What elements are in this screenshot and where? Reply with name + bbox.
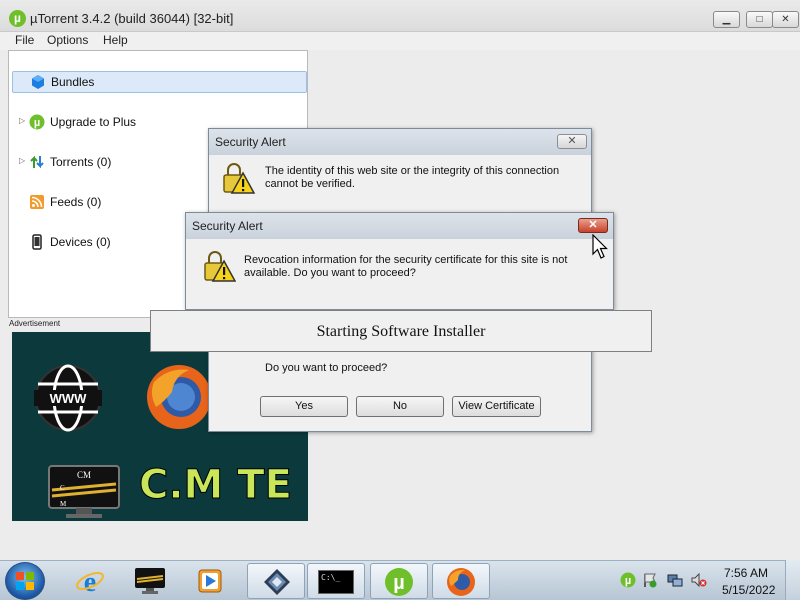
yes-button[interactable]: Yes bbox=[260, 396, 348, 417]
dialog-close-button[interactable]: ✕ bbox=[578, 218, 608, 233]
security-warning-icon bbox=[223, 163, 255, 194]
advertisement-label: Advertisement bbox=[9, 319, 61, 328]
show-desktop-button[interactable] bbox=[785, 560, 800, 600]
dialog-title-bar[interactable]: Security Alert ✕ bbox=[186, 213, 613, 239]
media-player-icon bbox=[198, 569, 222, 593]
minimize-button[interactable]: ▁ bbox=[713, 11, 740, 28]
menu-bar: File Options Help bbox=[0, 32, 800, 50]
sidebar-item-label: Torrents (0) bbox=[50, 155, 112, 169]
title-bar[interactable]: µ µTorrent 3.4.2 (build 36044) [32-bit] … bbox=[0, 0, 800, 32]
taskbar-app-launcher[interactable] bbox=[247, 563, 305, 599]
expand-arrow-icon[interactable]: ▷ bbox=[19, 116, 25, 125]
dialog-close-button[interactable]: ✕ bbox=[557, 134, 587, 149]
cm-monitor-letter: M bbox=[60, 500, 67, 508]
maximize-button[interactable]: □ bbox=[746, 11, 773, 28]
installer-status-banner: Starting Software Installer bbox=[150, 310, 652, 352]
cm-monitor-letter: C bbox=[60, 484, 65, 492]
command-prompt-icon: C:\_ bbox=[318, 570, 354, 594]
svg-text:e: e bbox=[84, 567, 96, 596]
utorrent-app-icon: µ bbox=[9, 10, 26, 27]
cm-monitor-text: CM bbox=[77, 470, 91, 480]
svg-text:µ: µ bbox=[625, 575, 631, 587]
windows-logo-icon bbox=[16, 572, 34, 590]
svg-text:µ: µ bbox=[34, 117, 40, 129]
utorrent-icon: µ bbox=[385, 568, 413, 596]
cm-tech-icon bbox=[135, 568, 165, 594]
clock-date[interactable]: 5/15/2022 bbox=[722, 583, 775, 597]
menu-options[interactable]: Options bbox=[47, 33, 88, 47]
utorrent-plus-icon: µ bbox=[29, 114, 45, 130]
utorrent-window: µ µTorrent 3.4.2 (build 36044) [32-bit] … bbox=[0, 0, 800, 560]
ad-brand-text: C.M TE bbox=[139, 462, 293, 509]
dialog-title: Security Alert bbox=[192, 219, 263, 233]
menu-help[interactable]: Help bbox=[103, 33, 128, 47]
start-button[interactable] bbox=[5, 562, 45, 600]
menu-file[interactable]: File bbox=[15, 33, 34, 47]
taskbar-firefox[interactable] bbox=[432, 563, 490, 599]
sidebar-item-bundles[interactable]: Bundles bbox=[12, 71, 307, 93]
dialog-message: The identity of this web site or the int… bbox=[265, 165, 560, 190]
internet-explorer-icon: e bbox=[76, 567, 104, 596]
sidebar-item-label: Bundles bbox=[51, 75, 95, 89]
security-warning-icon bbox=[204, 251, 236, 282]
expand-arrow-icon[interactable]: ▷ bbox=[19, 156, 25, 165]
dialog-question: Do you want to proceed? bbox=[265, 362, 388, 374]
security-alert-dialog-front: Security Alert ✕ Revocation information … bbox=[185, 212, 614, 310]
www-globe-icon: WWW bbox=[34, 364, 102, 432]
window-title: µTorrent 3.4.2 (build 36044) [32-bit] bbox=[30, 11, 234, 26]
cm-monitor-logo-icon: CM C M bbox=[48, 465, 120, 518]
rss-icon bbox=[30, 195, 44, 209]
torrents-icon bbox=[30, 155, 44, 169]
network-icon[interactable] bbox=[667, 572, 683, 588]
sidebar-item-label: Devices (0) bbox=[50, 235, 111, 249]
volume-muted-icon[interactable] bbox=[691, 572, 707, 588]
dialog-title-bar[interactable]: Security Alert ✕ bbox=[209, 129, 591, 155]
action-center-flag-icon[interactable] bbox=[642, 572, 658, 588]
app-launcher-icon bbox=[264, 569, 290, 595]
taskbar-utorrent[interactable]: µ bbox=[370, 563, 428, 599]
taskbar-cm-tech[interactable] bbox=[122, 563, 180, 599]
mouse-cursor-icon bbox=[592, 234, 608, 259]
bundles-icon bbox=[32, 75, 44, 89]
utorrent-tray-icon[interactable]: µ bbox=[620, 572, 636, 588]
dialog-message: Revocation information for the security … bbox=[244, 254, 568, 279]
no-button[interactable]: No bbox=[356, 396, 444, 417]
www-text: WWW bbox=[50, 391, 88, 406]
taskbar-command-prompt[interactable]: C:\_ bbox=[307, 563, 365, 599]
clock-time[interactable]: 7:56 AM bbox=[724, 566, 768, 580]
view-certificate-button[interactable]: View Certificate bbox=[452, 396, 541, 417]
dialog-title: Security Alert bbox=[215, 135, 286, 149]
taskbar-internet-explorer[interactable]: e bbox=[62, 563, 120, 599]
svg-text:µ: µ bbox=[393, 572, 405, 594]
device-icon bbox=[32, 234, 42, 250]
close-button[interactable]: ✕ bbox=[772, 11, 799, 28]
firefox-logo-icon bbox=[147, 365, 211, 429]
firefox-icon bbox=[447, 568, 475, 596]
installer-status-text: Starting Software Installer bbox=[316, 323, 486, 340]
sidebar-item-label: Feeds (0) bbox=[50, 195, 102, 209]
taskbar-media-player[interactable] bbox=[182, 563, 240, 599]
sidebar-item-label: Upgrade to Plus bbox=[50, 115, 137, 129]
